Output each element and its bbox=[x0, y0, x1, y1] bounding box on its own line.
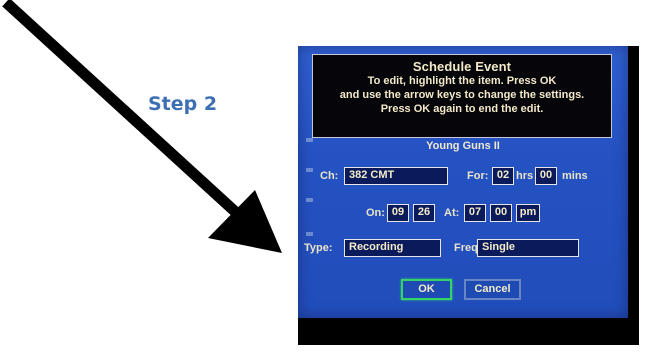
ok-button[interactable]: OK bbox=[401, 279, 452, 300]
type-field[interactable]: Recording bbox=[344, 239, 441, 257]
duration-label: For: bbox=[467, 170, 489, 182]
channel-label: Ch: bbox=[320, 170, 339, 182]
duration-hours-field[interactable]: 02 bbox=[492, 167, 514, 185]
date-month-field[interactable]: 09 bbox=[387, 204, 409, 222]
edge-tick bbox=[306, 168, 313, 172]
type-label: Type: bbox=[304, 242, 333, 254]
hours-unit-label: hrs bbox=[516, 170, 534, 182]
dialog-title: Schedule Event bbox=[412, 59, 512, 74]
program-name: Young Guns II bbox=[426, 140, 500, 152]
edge-tick bbox=[306, 198, 313, 202]
instruction-line: and use the arrow keys to change the set… bbox=[339, 89, 585, 101]
schedule-event-dialog: Schedule Event To edit, highlight the it… bbox=[298, 46, 628, 318]
step-label: Step 2 bbox=[148, 93, 218, 115]
date-day-field[interactable]: 26 bbox=[413, 204, 435, 222]
channel-field[interactable]: 382 CMT bbox=[344, 167, 448, 185]
duration-minutes-field[interactable]: 00 bbox=[535, 167, 557, 185]
instructions-panel: Schedule Event To edit, highlight the it… bbox=[312, 54, 612, 138]
cancel-button[interactable]: Cancel bbox=[464, 279, 521, 300]
time-hour-field[interactable]: 07 bbox=[464, 204, 486, 222]
minutes-unit-label: mins bbox=[562, 170, 588, 182]
instruction-line: Press OK again to end the edit. bbox=[380, 103, 544, 115]
time-ampm-field[interactable]: pm bbox=[516, 204, 540, 222]
time-minute-field[interactable]: 00 bbox=[490, 204, 512, 222]
edge-tick bbox=[306, 232, 313, 236]
date-label: On: bbox=[366, 207, 385, 219]
time-label: At: bbox=[444, 207, 460, 219]
instruction-line: To edit, highlight the item. Press OK bbox=[367, 75, 557, 87]
frequency-field[interactable]: Single bbox=[477, 239, 579, 257]
